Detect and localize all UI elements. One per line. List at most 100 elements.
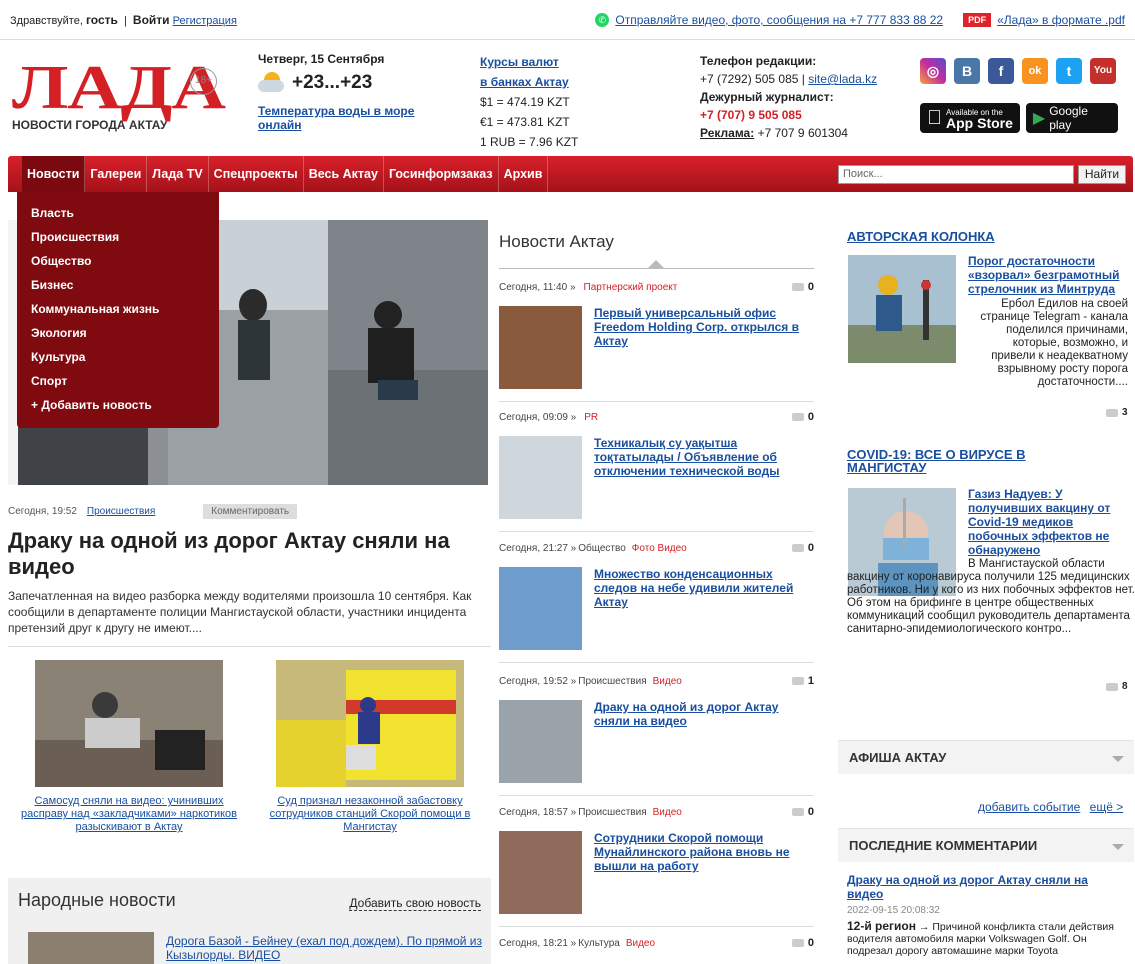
comment-icon [791,677,804,685]
add-news-link[interactable]: Добавить свою новость [349,896,481,911]
covid-heading[interactable]: COVID-19: ВСЕ О ВИРУСЕ В МАНГИСТАУ [847,448,1057,474]
email-link[interactable]: site@lada.kz [808,72,877,86]
contacts: Телефон редакции: +7 (7292) 505 085 | si… [700,52,920,142]
dropdown-item[interactable]: Общество [17,249,219,273]
news-rubric[interactable]: Культура [578,938,620,949]
dropdown-item[interactable]: + Добавить новость [17,393,219,417]
comment-author[interactable]: 12-й регион [847,919,916,933]
news-title-link[interactable]: Техникалық су уақытша тоқтатылады / Объя… [594,436,814,519]
main-story-title[interactable]: Драку на одной из дорог Актау сняли на в… [8,528,488,580]
pdf-link[interactable]: «Лада» в формате .pdf [997,13,1125,27]
thumb-caption[interactable]: Самосуд сняли на видео: учинивших распра… [21,795,237,833]
comment-count[interactable]: 0 [791,411,814,423]
vk-icon[interactable]: B [954,58,980,84]
more-events-link[interactable]: ещё > [1090,800,1124,814]
author-column-teaser: Порог достаточности «взорвал» безграмотн… [968,255,1133,297]
main-story-rubric[interactable]: Происшествия [87,506,155,517]
news-title-link[interactable]: Сотрудники Скорой помощи Мунайлинского р… [594,831,814,914]
dropdown-item[interactable]: Экология [17,321,219,345]
news-thumb[interactable] [499,700,582,783]
chevron-down-icon[interactable] [1112,844,1124,850]
apple-icon:  [927,107,942,130]
covid-link[interactable]: Газиз Надуев: У получивших вакцину от Co… [968,487,1110,557]
comment-count-value: 1 [807,675,814,687]
news-title-link[interactable]: Драку на одной из дорог Актау сняли на в… [594,700,814,783]
dropdown-item[interactable]: Власть [17,201,219,225]
current-date: Четверг, 15 Сентября [258,52,385,66]
twitter-icon[interactable]: t [1056,58,1082,84]
odnoklassniki-icon[interactable]: ok [1022,58,1048,84]
comment-count-value: 3 [1122,407,1128,418]
news-title-link[interactable]: Первый универсальный офис Freedom Holdin… [594,306,814,389]
comment-count[interactable]: 3 [1106,407,1128,418]
temperature: +23...+23 [258,72,458,94]
news-thumb[interactable] [499,306,582,389]
author-column-image[interactable] [848,255,956,363]
comment-count[interactable]: 0 [791,281,814,293]
people-news-thumb[interactable] [28,932,154,964]
news-rubric[interactable]: Происшествия [578,676,646,687]
divider [499,662,814,663]
news-body: Драку на одной из дорог Актау сняли на в… [499,700,814,783]
search-input[interactable]: Поиск... [838,165,1074,184]
news-meta: Сегодня, 19:52 » Происшествия Видео 1 [499,674,814,688]
thumb-image[interactable] [35,660,223,787]
google-play-button[interactable]: ▶ Google play [1025,103,1118,133]
afisha-header[interactable]: АФИША АКТАУ [838,740,1134,774]
thumb-image[interactable] [276,660,464,787]
ads-link[interactable]: Реклама: [700,126,754,140]
site-logo[interactable]: ЛАДА 18+ НОВОСТИ ГОРОДА АКТАУ [12,57,232,137]
news-thumb[interactable] [499,436,582,519]
comment-count[interactable]: 8 [1106,681,1128,692]
author-column-heading[interactable]: АВТОРСКАЯ КОЛОНКА [847,230,1134,243]
news-dropdown-menu: Власть Происшествия Общество Бизнес Коммунал… [17,192,219,428]
nav-item[interactable]: Галереи [85,156,148,192]
thumb-caption[interactable]: Суд признал незаконной забастовку сотруд… [270,795,471,833]
login-link[interactable]: Войти [133,13,170,27]
comment-count[interactable]: 1 [791,675,814,687]
author-column-link[interactable]: Порог достаточности «взорвал» безграмотн… [968,254,1119,296]
rates-title-link[interactable]: Курсы валют [480,55,559,69]
search-button[interactable]: Найти [1078,165,1126,184]
facebook-icon[interactable]: f [988,58,1014,84]
dropdown-item[interactable]: Бизнес [17,273,219,297]
comment-count[interactable]: 0 [791,542,814,554]
news-rubric[interactable]: Происшествия [578,807,646,818]
comment-count[interactable]: 0 [791,937,814,949]
thumb-card[interactable]: Самосуд сняли на видео: учинивших распра… [14,660,244,834]
dropdown-item[interactable]: Коммунальная жизнь [17,297,219,321]
app-store-button[interactable]:  Available on the App Store [920,103,1020,133]
comment-count[interactable]: 0 [791,806,814,818]
add-event-link[interactable]: добавить событие [978,800,1080,814]
news-rubric[interactable]: Общество [578,543,626,554]
news-thumb[interactable] [499,831,582,914]
instagram-icon[interactable]: ◎ [920,58,946,84]
divider [499,401,814,402]
comment-button[interactable]: Комментировать [203,504,298,519]
dropdown-item[interactable]: Спорт [17,369,219,393]
thumb-card[interactable]: Суд признал незаконной забастовку сотруд… [255,660,485,834]
news-tags: Видео [652,675,682,687]
chevron-down-icon[interactable] [1112,756,1124,762]
nav-item[interactable]: Лада TV [147,156,209,192]
rates-banks-link[interactable]: в банках Актау [480,75,569,89]
send-media-link[interactable]: Отправляйте видео, фото, сообщения на +7… [615,13,943,27]
nav-item[interactable]: Архив [499,156,549,192]
dropdown-item[interactable]: Происшествия [17,225,219,249]
news-thumb[interactable] [499,567,582,650]
people-news-item[interactable]: Дорога Базой - Бейнеу (ехал под дождем).… [166,934,486,962]
news-title-link[interactable]: Множество конденсационных следов на небе… [594,567,814,650]
water-temperature-link[interactable]: Температура воды в море онлайн [258,104,458,132]
nav-item[interactable]: Весь Актау [304,156,384,192]
news-item: Сегодня, 21:27 » Общество Фото Видео 0 Множе… [499,541,814,650]
register-link[interactable]: Регистрация [173,15,237,27]
comments-header[interactable]: ПОСЛЕДНИЕ КОММЕНТАРИИ [838,828,1134,862]
youtube-icon[interactable]: You [1090,58,1116,84]
comment-icon [791,808,804,816]
nav-item[interactable]: Госинформзаказ [384,156,499,192]
nav-item[interactable]: Новости [22,156,86,192]
dropdown-item[interactable]: Культура [17,345,219,369]
nav-item[interactable]: Спецпроекты [209,156,304,192]
comment-article-link[interactable]: Драку на одной из дорог Актау сняли на в… [847,873,1088,901]
duty-journalist-label: Дежурный журналист: [700,90,834,104]
